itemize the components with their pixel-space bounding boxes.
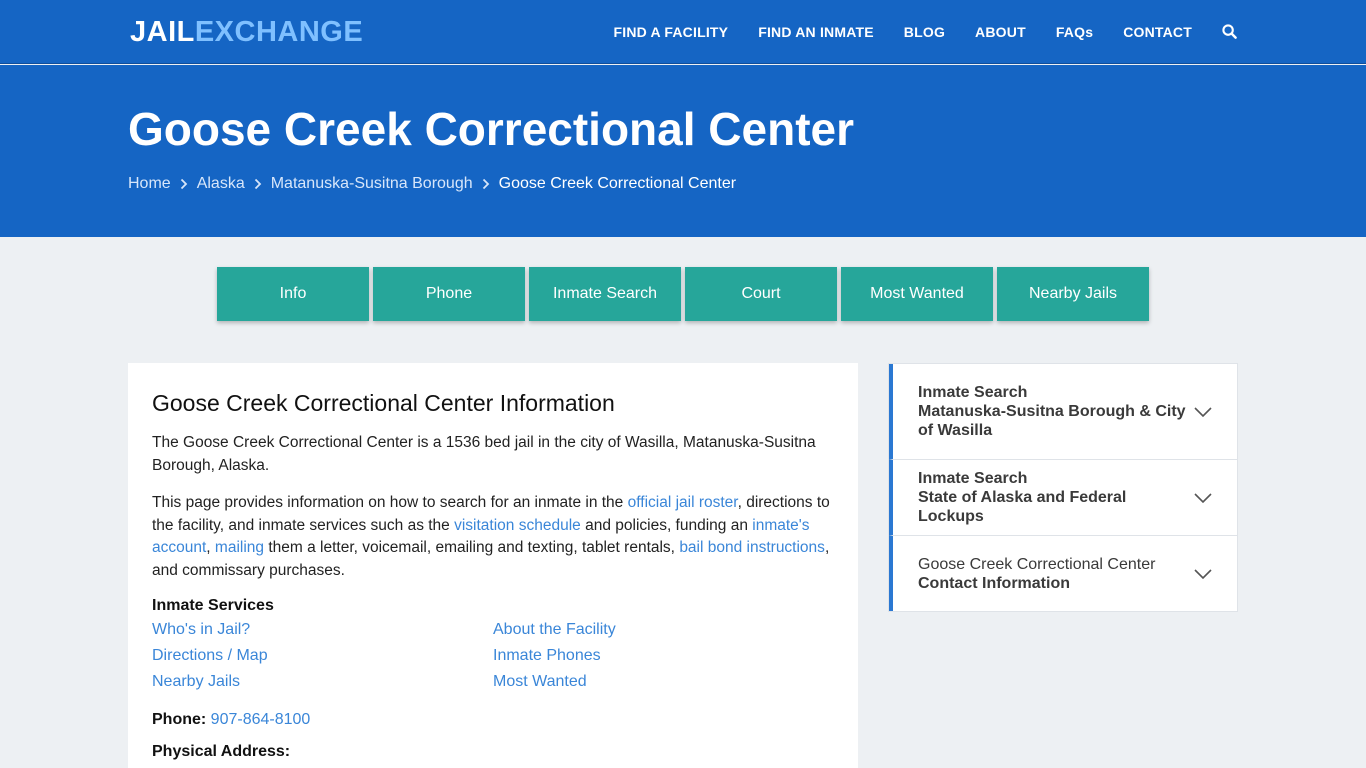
nav-contact[interactable]: CONTACT — [1123, 24, 1192, 40]
phone-number-link[interactable]: 907-864-8100 — [211, 711, 311, 728]
accordion-title: Goose Creek Correctional Center — [918, 555, 1156, 573]
accordion-contact-info[interactable]: Goose Creek Correctional Center Contact … — [889, 536, 1237, 611]
breadcrumb-alaska[interactable]: Alaska — [197, 175, 245, 193]
text-segment: them a letter, voicemail, emailing and t… — [264, 539, 680, 556]
service-whos-in-jail[interactable]: Who's in Jail? — [152, 619, 493, 641]
page-title: Goose Creek Correctional Center — [128, 103, 855, 155]
address-label: Physical Address: — [152, 743, 291, 760]
bail-bond-link[interactable]: bail bond instructions — [679, 539, 825, 556]
service-directions-map[interactable]: Directions / Map — [152, 645, 493, 667]
nav-faqs[interactable]: FAQs — [1056, 24, 1093, 40]
info-heading: Goose Creek Correctional Center Informat… — [152, 390, 615, 416]
tab-inmate-search[interactable]: Inmate Search — [529, 267, 681, 321]
phone-line: Phone: 907-864-8100 — [152, 709, 834, 731]
nav-about[interactable]: ABOUT — [975, 24, 1026, 40]
service-about-facility[interactable]: About the Facility — [493, 619, 793, 641]
accordion-inmate-search-state[interactable]: Inmate Search State of Alaska and Federa… — [889, 460, 1237, 536]
logo-text-jail: JAIL — [130, 16, 195, 48]
logo-text-exchange: EXCHANGE — [194, 16, 364, 48]
accordion-inmate-search-borough[interactable]: Inmate Search Matanuska-Susitna Borough … — [889, 364, 1237, 460]
breadcrumb: Home Alaska Matanuska-Susitna Borough Go… — [128, 175, 736, 193]
official-jail-roster-link[interactable]: official jail roster — [628, 494, 738, 511]
sidebar-accordion: Inmate Search Matanuska-Susitna Borough … — [888, 363, 1238, 612]
tab-court[interactable]: Court — [685, 267, 837, 321]
hero-banner: Goose Creek Correctional Center Home Ala… — [0, 65, 1366, 237]
main-nav: FIND A FACILITY FIND AN INMATE BLOG ABOU… — [583, 0, 1238, 64]
mailing-link[interactable]: mailing — [215, 539, 264, 556]
inmate-services-heading: Inmate Services — [152, 597, 274, 614]
nav-blog[interactable]: BLOG — [904, 24, 945, 40]
text-segment: , — [206, 539, 215, 556]
tab-nearby-jails[interactable]: Nearby Jails — [997, 267, 1149, 321]
chevron-down-icon — [1194, 568, 1212, 579]
breadcrumb-home[interactable]: Home — [128, 175, 171, 193]
chevron-down-icon — [1194, 492, 1212, 503]
details-paragraph: This page provides information on how to… — [152, 492, 834, 582]
top-navbar: JAILEXCHANGE FIND A FACILITY FIND AN INM… — [0, 0, 1366, 64]
text-segment: This page provides information on how to… — [152, 494, 628, 511]
accordion-subtitle: Contact Information — [918, 574, 1070, 592]
chevron-down-icon — [1194, 406, 1212, 417]
accordion-title: Inmate Search — [918, 384, 1028, 401]
service-most-wanted[interactable]: Most Wanted — [493, 671, 793, 693]
chevron-right-icon — [482, 178, 490, 190]
breadcrumb-current: Goose Creek Correctional Center — [498, 175, 737, 192]
section-tabs: Info Phone Inmate Search Court Most Want… — [217, 267, 1153, 321]
nav-find-facility[interactable]: FIND A FACILITY — [613, 24, 728, 40]
chevron-right-icon — [254, 178, 262, 190]
chevron-right-icon — [180, 178, 188, 190]
text-segment: and policies, funding an — [580, 516, 753, 534]
nav-find-inmate[interactable]: FIND AN INMATE — [758, 24, 874, 40]
service-inmate-phones[interactable]: Inmate Phones — [493, 645, 793, 667]
search-icon[interactable] — [1222, 24, 1238, 40]
intro-paragraph: The Goose Creek Correctional Center is a… — [152, 434, 816, 474]
accordion-title: Inmate Search — [918, 470, 1028, 487]
tab-most-wanted[interactable]: Most Wanted — [841, 267, 993, 321]
accordion-subtitle: Matanuska-Susitna Borough & City of Wasi… — [918, 403, 1186, 439]
tab-phone[interactable]: Phone — [373, 267, 525, 321]
inmate-services-list: Who's in Jail? About the Facility Direct… — [152, 619, 834, 693]
phone-label: Phone: — [152, 711, 207, 728]
facility-info-card: Goose Creek Correctional Center Informat… — [128, 363, 858, 768]
visitation-schedule-link[interactable]: visitation schedule — [454, 517, 581, 534]
breadcrumb-borough[interactable]: Matanuska-Susitna Borough — [271, 175, 473, 193]
accordion-subtitle: State of Alaska and Federal Lockups — [918, 489, 1127, 525]
site-logo[interactable]: JAILEXCHANGE — [130, 14, 363, 50]
tab-info[interactable]: Info — [217, 267, 369, 321]
service-nearby-jails[interactable]: Nearby Jails — [152, 671, 493, 693]
